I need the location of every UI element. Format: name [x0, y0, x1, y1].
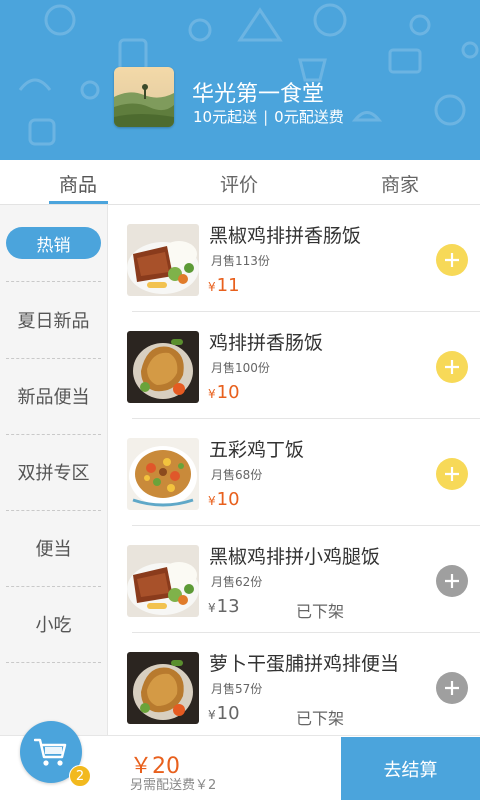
monthly-sales: 月售100份: [211, 361, 270, 375]
product-price: ¥11: [208, 275, 240, 296]
plus-icon: [445, 681, 459, 695]
food-photo: [127, 438, 199, 510]
plus-icon: [445, 467, 459, 481]
tab-merchant[interactable]: 商家: [381, 170, 419, 197]
currency-symbol: ¥: [208, 601, 216, 615]
list-item[interactable]: 鸡排拼香肠饭 月售100份 ¥10: [108, 312, 480, 419]
checkout-button[interactable]: 去结算: [341, 737, 480, 800]
product-price: ¥10: [208, 382, 240, 403]
category-label: 小吃: [35, 615, 72, 636]
add-to-cart-button[interactable]: [436, 458, 468, 490]
store-name: 华光第一食堂: [192, 82, 325, 107]
product-name: 黑椒鸡排拼小鸡腿饭: [209, 546, 381, 568]
store-header: 华光第一食堂 10元起送 | 0元配送费: [0, 0, 480, 160]
off-shelf-label: 已下架: [296, 709, 345, 728]
add-to-cart-button-disabled[interactable]: [436, 565, 468, 597]
plus-icon: [445, 574, 459, 588]
product-price: ¥13: [208, 596, 240, 617]
info-separator: |: [263, 108, 269, 126]
active-tab-indicator: [49, 201, 108, 204]
food-photo: [127, 545, 199, 617]
category-label: 热销: [6, 227, 101, 259]
price-value: 10: [216, 382, 240, 403]
category-label: 夏日新品: [17, 311, 90, 332]
list-item[interactable]: 黑椒鸡排拼香肠饭 月售113份 ¥11: [108, 205, 480, 312]
category-snacks[interactable]: 小吃: [6, 586, 101, 663]
product-price: ¥10: [208, 703, 240, 724]
add-to-cart-button[interactable]: [436, 244, 468, 276]
monthly-sales: 月售68份: [211, 468, 263, 482]
product-name: 五彩鸡丁饭: [209, 439, 305, 461]
currency-symbol: ¥: [208, 708, 216, 722]
min-order: 10元起送: [193, 108, 258, 126]
monthly-sales: 月售113份: [211, 254, 270, 268]
tab-bar: 商品 评价 商家: [0, 160, 480, 205]
price-value: 13: [216, 596, 240, 617]
delivery-fee-note: 另需配送费￥2: [130, 778, 217, 793]
category-hot[interactable]: 热销: [6, 205, 101, 282]
category-double-combo[interactable]: 双拼专区: [6, 434, 101, 511]
tab-products[interactable]: 商品: [59, 170, 97, 197]
add-to-cart-button-disabled[interactable]: [436, 672, 468, 704]
product-price: ¥10: [208, 489, 240, 510]
monthly-sales: 月售57份: [211, 682, 263, 696]
currency-symbol: ¥: [208, 387, 216, 401]
plus-icon: [445, 253, 459, 267]
currency-symbol: ¥: [208, 494, 216, 508]
currency-symbol: ¥: [208, 280, 216, 294]
off-shelf-label: 已下架: [296, 602, 345, 621]
store-info: 10元起送 | 0元配送费: [193, 106, 344, 127]
shopping-cart-icon: [34, 738, 67, 766]
food-photo: [127, 652, 199, 724]
product-name: 萝卜干蛋脯拼鸡排便当: [209, 653, 400, 675]
food-photo: [127, 224, 199, 296]
category-new-bento[interactable]: 新品便当: [6, 358, 101, 435]
plus-icon: [445, 360, 459, 374]
monthly-sales: 月售62份: [211, 575, 263, 589]
store-logo: [114, 67, 174, 127]
price-value: 10: [216, 489, 240, 510]
category-label: 便当: [35, 539, 72, 560]
category-sidebar: 热销 夏日新品 新品便当 双拼专区 便当 小吃: [0, 205, 108, 735]
product-list: 黑椒鸡排拼香肠饭 月售113份 ¥11 鸡排拼香肠饭 月售100份 ¥10 五彩…: [108, 205, 480, 735]
category-bento[interactable]: 便当: [6, 510, 101, 587]
product-name: 黑椒鸡排拼香肠饭: [209, 225, 362, 247]
product-name: 鸡排拼香肠饭: [209, 332, 324, 354]
list-item[interactable]: 黑椒鸡排拼小鸡腿饭 月售62份 ¥13 已下架: [108, 526, 480, 633]
list-item[interactable]: 萝卜干蛋脯拼鸡排便当 月售57份 ¥10 已下架: [108, 633, 480, 735]
price-value: 10: [216, 703, 240, 724]
category-label: 双拼专区: [17, 463, 90, 484]
category-label: 新品便当: [17, 387, 90, 408]
list-item[interactable]: 五彩鸡丁饭 月售68份 ¥10: [108, 419, 480, 526]
category-summer-new[interactable]: 夏日新品: [6, 282, 101, 359]
delivery-fee: 0元配送费: [274, 108, 344, 126]
tab-reviews[interactable]: 评价: [220, 170, 258, 197]
add-to-cart-button[interactable]: [436, 351, 468, 383]
cart-count-badge: 2: [69, 765, 91, 787]
food-photo: [127, 331, 199, 403]
price-value: 11: [216, 275, 240, 296]
